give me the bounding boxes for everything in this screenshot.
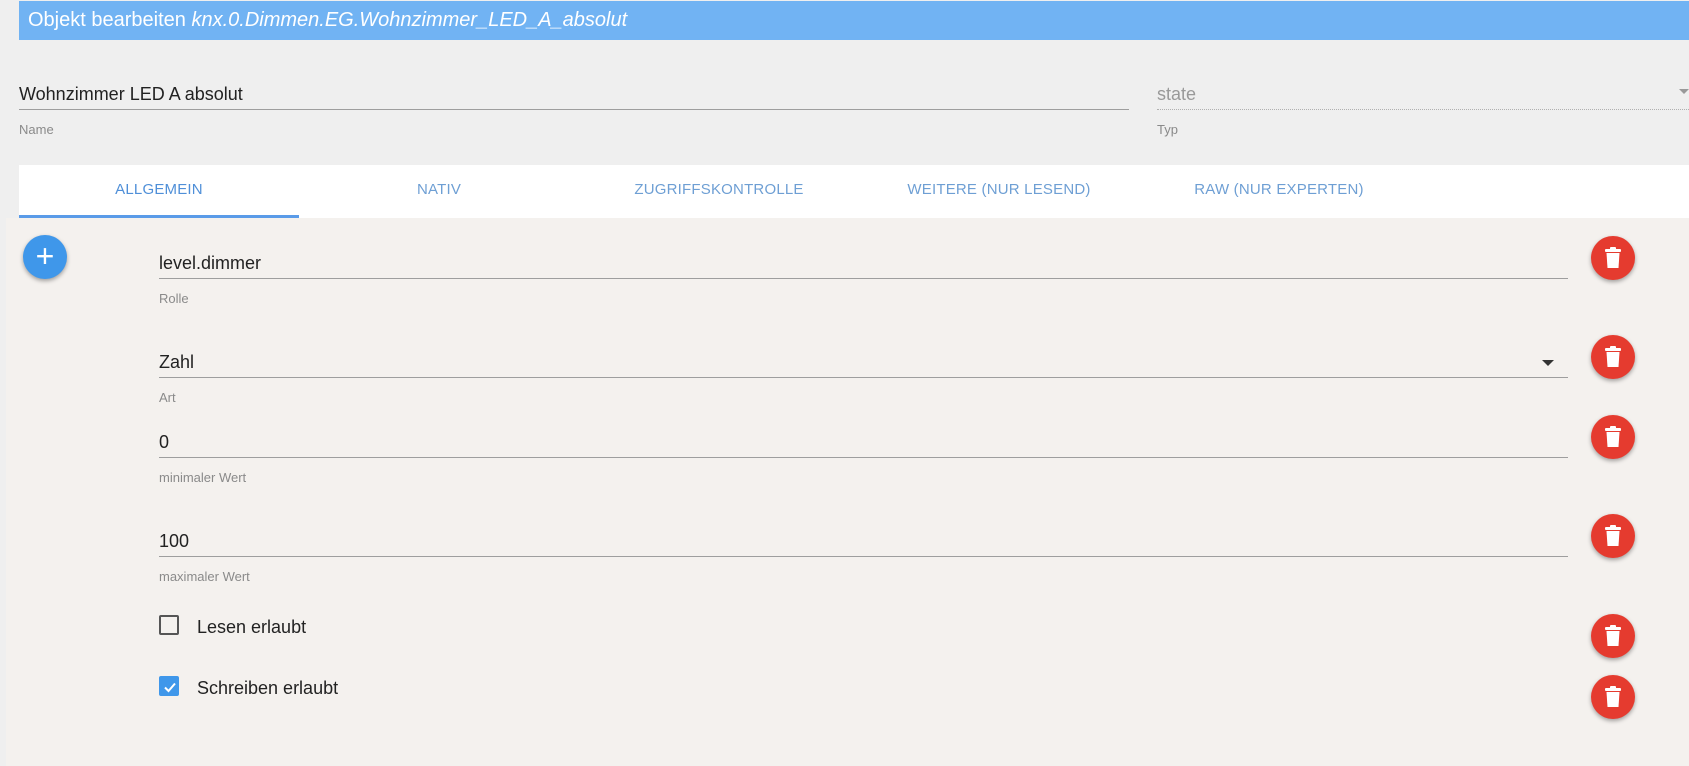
read-allowed-label: Lesen erlaubt [197, 616, 307, 637]
name-field[interactable]: Wohnzimmer LED A absolut Name [19, 79, 1129, 137]
dialog-object-id: knx.0.Dimmen.EG.Wohnzimmer_LED_A_absolut [191, 9, 628, 31]
trash-icon [1605, 525, 1621, 546]
typ-select[interactable]: state Typ [1157, 79, 1689, 137]
dialog-title-prefix: Objekt bearbeiten [28, 9, 186, 31]
max-input[interactable]: 100 [159, 526, 1568, 556]
min-label: minimaler Wert [159, 470, 247, 485]
role-input[interactable]: level.dimmer [159, 248, 1568, 278]
tab-nativ[interactable]: NATIV [299, 165, 579, 218]
max-underline [159, 556, 1568, 557]
tab-allgemein[interactable]: ALLGEMEIN [19, 165, 299, 218]
role-underline [159, 278, 1568, 279]
delete-max-button[interactable] [1591, 514, 1635, 558]
trash-icon [1605, 686, 1621, 707]
min-field[interactable]: 0 minimaler Wert [159, 427, 1568, 485]
chevron-down-icon[interactable] [1679, 89, 1689, 94]
delete-role-button[interactable] [1591, 236, 1635, 280]
delete-min-button[interactable] [1591, 415, 1635, 459]
check-icon [164, 682, 176, 693]
delete-type-button[interactable] [1591, 335, 1635, 379]
role-field[interactable]: level.dimmer Rolle [159, 248, 1568, 306]
max-label: maximaler Wert [159, 569, 250, 584]
max-field[interactable]: 100 maximaler Wert [159, 526, 1568, 584]
type-select[interactable]: Zahl Art [159, 347, 1568, 405]
type-value: Zahl [159, 352, 195, 372]
name-input[interactable]: Wohnzimmer LED A absolut [19, 79, 1129, 109]
chevron-down-icon[interactable] [1542, 360, 1554, 366]
name-underline [19, 109, 1129, 110]
write-allowed-label: Schreiben erlaubt [197, 677, 339, 698]
write-allowed-checkbox[interactable] [159, 676, 179, 696]
tab-weitere[interactable]: WEITERE (NUR LESEND) [859, 165, 1139, 218]
tab-zugriffskontrolle[interactable]: ZUGRIFFSKONTROLLE [579, 165, 859, 218]
trash-icon [1605, 625, 1621, 646]
role-label: Rolle [159, 291, 189, 306]
delete-read-button[interactable] [1591, 614, 1635, 658]
name-label: Name [19, 122, 54, 137]
typ-label: Typ [1157, 122, 1178, 137]
typ-underline [1157, 109, 1689, 110]
read-allowed-checkbox[interactable] [159, 615, 179, 635]
trash-icon [1605, 247, 1621, 268]
delete-write-button[interactable] [1591, 675, 1635, 719]
trash-icon [1605, 346, 1621, 367]
add-property-button[interactable]: + [23, 235, 67, 279]
min-input[interactable]: 0 [159, 427, 1568, 457]
read-allowed-row: Lesen erlaubt [159, 614, 306, 640]
dialog-title-bar: Objekt bearbeiten knx.0.Dimmen.EG.Wohnzi… [19, 1, 1689, 40]
tab-raw[interactable]: RAW (NUR EXPERTEN) [1139, 165, 1419, 218]
write-allowed-row: Schreiben erlaubt [159, 675, 338, 701]
typ-value: state [1157, 84, 1197, 104]
min-underline [159, 457, 1568, 458]
type-underline [159, 377, 1568, 378]
tab-bar: ALLGEMEIN NATIV ZUGRIFFSKONTROLLE WEITER… [19, 165, 1689, 218]
type-label: Art [159, 390, 176, 405]
trash-icon [1605, 426, 1621, 447]
plus-icon: + [35, 238, 55, 274]
